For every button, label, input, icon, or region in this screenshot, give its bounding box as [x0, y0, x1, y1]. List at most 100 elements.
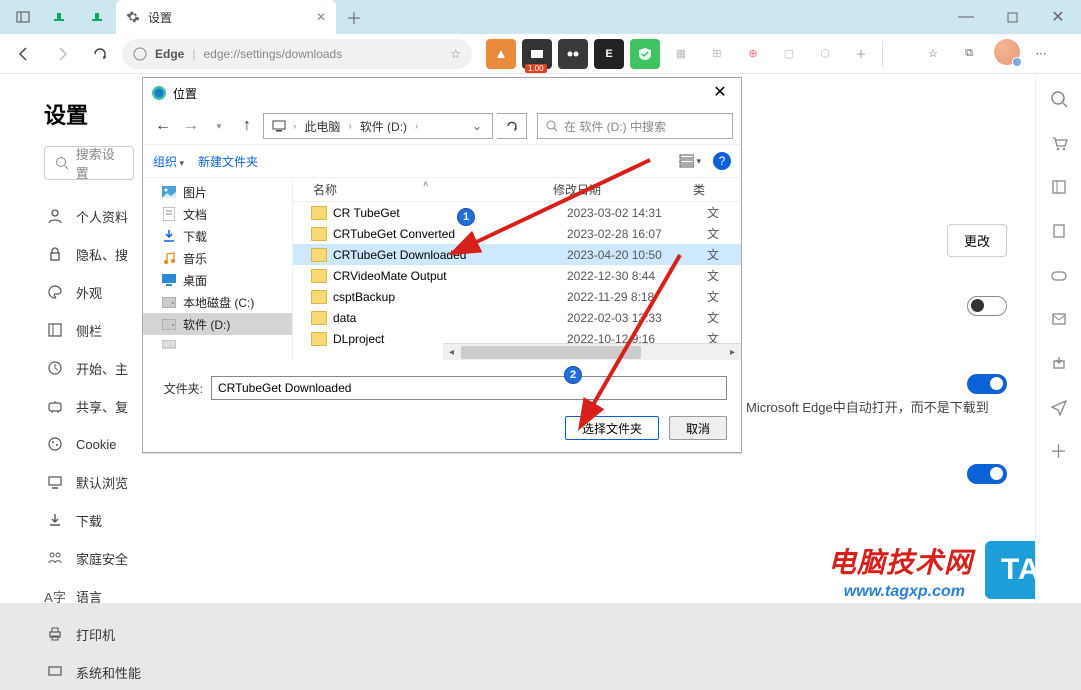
dialog-title: 位置 — [173, 85, 707, 102]
pinned-tab-2[interactable] — [80, 2, 114, 32]
rail-plane-icon[interactable] — [1048, 396, 1070, 418]
select-folder-button[interactable]: 选择文件夹 — [565, 416, 659, 440]
dlg-up-icon[interactable]: ↑ — [235, 114, 259, 138]
menu-icon[interactable]: ⋯ — [1026, 39, 1056, 69]
tabs-toggle-icon[interactable] — [6, 2, 40, 32]
nav-icon — [46, 512, 64, 528]
rail-cart-icon[interactable] — [1048, 132, 1070, 154]
profile-avatar[interactable] — [994, 39, 1020, 65]
maximize-button[interactable] — [989, 0, 1035, 34]
favorite-icon[interactable]: ☆ — [450, 47, 461, 61]
dlg-back-icon[interactable]: ← — [151, 114, 175, 138]
folder-icon — [311, 332, 327, 346]
rail-plus-icon[interactable]: ＋ — [1048, 440, 1070, 462]
nav-icon — [46, 246, 64, 262]
tree-item[interactable]: 音乐 — [143, 247, 292, 269]
col-date-header[interactable]: 修改日期 — [553, 181, 693, 198]
rail-games-icon[interactable] — [1048, 264, 1070, 286]
settings-nav-item[interactable]: A字语言 — [44, 578, 290, 614]
pinned-tab-1[interactable] — [42, 2, 76, 32]
search-icon — [55, 156, 68, 170]
breadcrumb[interactable]: › 此电脑 › 软件 (D:) › ⌄ — [263, 113, 493, 139]
settings-nav-item[interactable]: 默认浏览 — [44, 464, 290, 500]
gear-icon — [126, 10, 140, 24]
edge-icon — [151, 85, 167, 101]
tree-item[interactable]: 图片 — [143, 181, 292, 203]
settings-nav-item[interactable]: 打印机 — [44, 616, 290, 652]
dlg-search-input[interactable]: 在 软件 (D:) 中搜索 — [537, 113, 733, 139]
close-tab-icon[interactable]: ✕ — [316, 10, 326, 24]
hscrollbar[interactable]: ◂▸ — [443, 343, 741, 360]
file-row[interactable]: CR TubeGet2023-03-02 14:31文 — [293, 202, 741, 223]
file-row[interactable]: data2022-02-03 13:33文 — [293, 307, 741, 328]
annotation-badge-2: 2 — [564, 366, 582, 384]
settings-nav-item[interactable]: 系统和性能 — [44, 654, 290, 690]
breadcrumb-dropdown-icon[interactable]: ⌄ — [466, 119, 488, 133]
organize-menu[interactable]: 组织 — [153, 153, 184, 170]
ext-icon-11[interactable]: ＋ — [846, 39, 876, 69]
favorites-icon[interactable]: ☆ — [918, 39, 948, 69]
active-tab[interactable]: 设置 ✕ — [116, 0, 336, 34]
view-mode-icon[interactable]: ▾ — [679, 150, 701, 172]
file-row[interactable]: csptBackup2022-11-29 8:18文 — [293, 286, 741, 307]
rail-office-icon[interactable] — [1048, 220, 1070, 242]
help-icon[interactable]: ? — [713, 152, 731, 170]
tree-item[interactable]: 软件 (D:) — [143, 313, 292, 335]
rail-outlook-icon[interactable] — [1048, 308, 1070, 330]
nav-back-button[interactable] — [8, 38, 40, 70]
tree-item[interactable]: 本地磁盘 (C:) — [143, 291, 292, 313]
cancel-button[interactable]: 取消 — [669, 416, 727, 440]
tree-item[interactable]: 文档 — [143, 203, 292, 225]
collections-icon[interactable]: ⧉ — [954, 39, 984, 69]
url-box[interactable]: Edge | edge://settings/downloads ☆ — [122, 39, 472, 69]
titlebar: 设置 ✕ ＋ ― ✕ — [0, 0, 1081, 34]
ext-icon-5[interactable] — [630, 39, 660, 69]
rail-search-icon[interactable] — [1048, 88, 1070, 110]
file-row[interactable]: CRTubeGet Converted2023-02-28 16:07文 — [293, 223, 741, 244]
settings-search[interactable]: 搜索设置 — [44, 146, 134, 180]
ext-icon-1[interactable] — [486, 39, 516, 69]
close-window-button[interactable]: ✕ — [1035, 0, 1081, 34]
ext-icon-3[interactable] — [558, 39, 588, 69]
dialog-close-icon[interactable]: ✕ — [707, 82, 733, 104]
active-tab-label: 设置 — [148, 9, 172, 26]
right-rail: ＋ — [1035, 74, 1081, 603]
dlg-refresh-icon[interactable] — [497, 113, 527, 139]
nav-refresh-button[interactable] — [84, 38, 116, 70]
rail-drop-icon[interactable] — [1048, 352, 1070, 374]
tree-item[interactable] — [143, 335, 292, 357]
ext-icon-2[interactable]: 1.00 — [522, 39, 552, 69]
auto-open-text: Microsoft Edge中自动打开，而不是下载到 — [746, 397, 989, 416]
folder-input[interactable] — [211, 376, 727, 400]
nav-icon — [46, 550, 64, 566]
ext-icon-9[interactable]: ▢ — [774, 39, 804, 69]
col-type-header[interactable]: 类 — [693, 181, 741, 198]
new-folder-button[interactable]: 新建文件夹 — [198, 153, 258, 170]
tree-item[interactable]: 桌面 — [143, 269, 292, 291]
settings-nav-item[interactable]: 家庭安全 — [44, 540, 290, 576]
nav-icon — [46, 398, 64, 414]
toggle-1[interactable] — [967, 296, 1007, 316]
ext-icon-10[interactable]: ⬡ — [810, 39, 840, 69]
tree-item[interactable]: 下载 — [143, 225, 292, 247]
ext-icon-6[interactable]: ▦ — [666, 39, 696, 69]
folder-icon — [311, 248, 327, 262]
folder-icon — [311, 269, 327, 283]
file-row[interactable]: CRTubeGet Downloaded2023-04-20 10:50文 — [293, 244, 741, 265]
dlg-recent-dropdown-icon[interactable]: ▾ — [207, 114, 231, 138]
settings-nav-item[interactable]: 下载 — [44, 502, 290, 538]
ext-icon-8[interactable]: ⊕ — [738, 39, 768, 69]
toggle-3[interactable] — [967, 464, 1007, 484]
file-row[interactable]: CRVideoMate Output2022-12-30 8:44文 — [293, 265, 741, 286]
new-tab-button[interactable]: ＋ — [340, 3, 368, 31]
ext-icon-4[interactable]: E — [594, 39, 624, 69]
ext-icon-7[interactable]: ⊞ — [702, 39, 732, 69]
col-name-header[interactable]: 名称 — [313, 183, 337, 197]
nav-icon — [46, 436, 64, 452]
toggle-2[interactable] — [967, 374, 1007, 394]
change-button[interactable]: 更改 — [947, 224, 1007, 257]
nav-icon — [46, 664, 64, 680]
folder-label: 文件夹: — [157, 380, 203, 397]
minimize-button[interactable]: ― — [943, 0, 989, 34]
rail-tools-icon[interactable] — [1048, 176, 1070, 198]
